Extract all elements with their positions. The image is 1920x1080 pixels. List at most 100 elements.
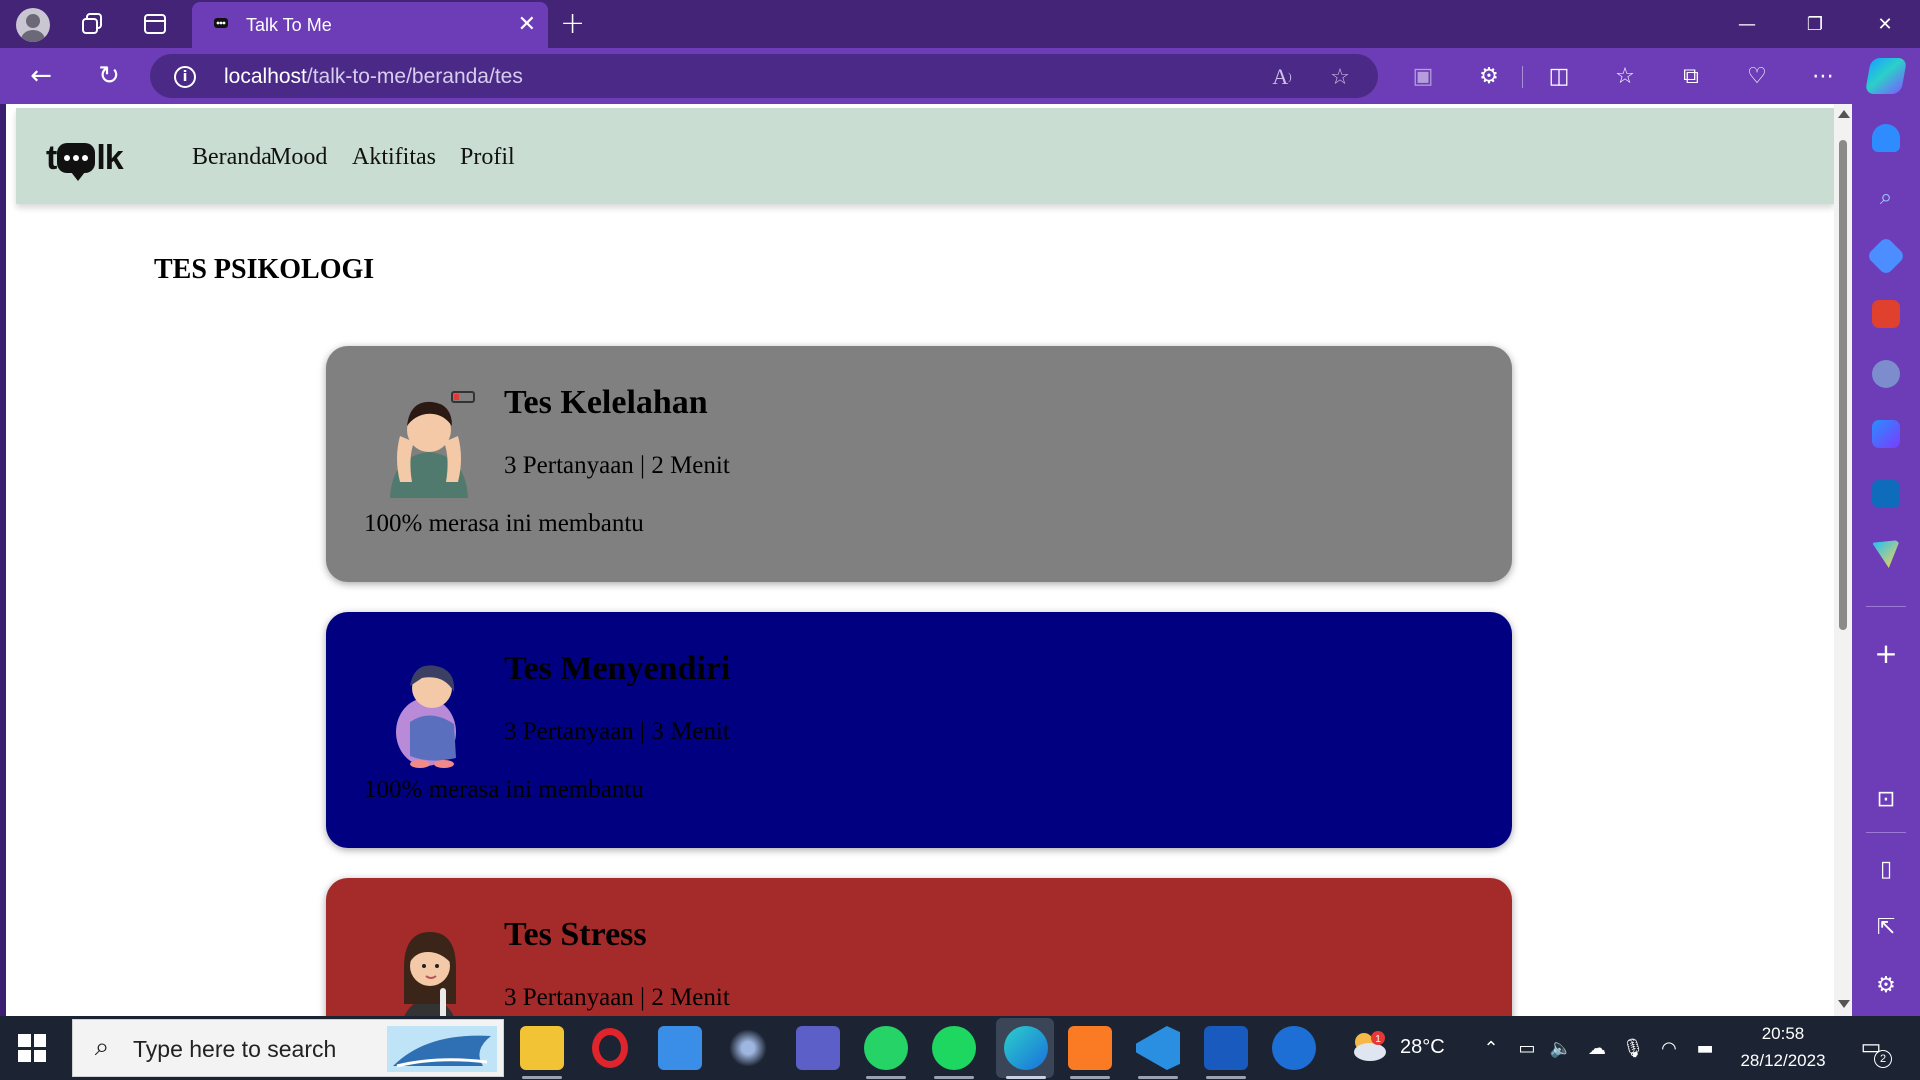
- test-meta: 3 Pertanyaan | 3 Menit: [504, 718, 730, 745]
- test-title: Tes Kelelahan: [504, 384, 708, 421]
- url-text[interactable]: localhost/talk-to-me/beranda/tes: [224, 65, 523, 89]
- workspaces-icon[interactable]: [78, 10, 108, 38]
- running-indicator: [1138, 1076, 1178, 1079]
- windows-start-icon[interactable]: [18, 1034, 46, 1062]
- tab-close-icon[interactable]: ✕: [518, 12, 536, 37]
- site-info-icon[interactable]: i: [174, 66, 196, 88]
- xampp-icon[interactable]: [1068, 1026, 1112, 1070]
- weather-alert-badge: 1: [1375, 1034, 1381, 1045]
- vscode-icon[interactable]: [1136, 1026, 1180, 1070]
- opera-icon[interactable]: [592, 1028, 628, 1068]
- scroll-up-icon[interactable]: [1838, 110, 1850, 118]
- running-indicator: [1006, 1076, 1046, 1079]
- restore-icon[interactable]: ❐: [1792, 8, 1838, 40]
- weather-cloud-icon[interactable]: 1: [1348, 1030, 1388, 1064]
- weather-temperature[interactable]: 28°C: [1400, 1036, 1445, 1059]
- battery-icon[interactable]: ▬: [1692, 1036, 1718, 1060]
- browser-tab-active[interactable]: Talk To Me ✕: [192, 2, 548, 48]
- profile-avatar[interactable]: [16, 8, 50, 42]
- favorites-icon[interactable]: ☆: [1610, 62, 1640, 90]
- outlook-icon[interactable]: [1872, 480, 1900, 508]
- app-available-icon[interactable]: ▣: [1408, 62, 1438, 90]
- nav-link-profil[interactable]: Profil: [460, 144, 515, 171]
- test-card-stress[interactable]: Tes Stress 3 Pertanyaan | 2 Menit: [326, 878, 1512, 1016]
- test-card-kelelahan[interactable]: Tes Kelelahan 3 Pertanyaan | 2 Menit 100…: [326, 346, 1512, 582]
- volume-icon[interactable]: 🔈: [1548, 1036, 1574, 1060]
- test-meta: 3 Pertanyaan | 2 Menit: [504, 984, 730, 1011]
- split-screen-icon[interactable]: ◫: [1544, 62, 1574, 90]
- browser-sidebar: ⌕ + ⊡ ▯ ⇱ ⚙: [1852, 104, 1920, 1016]
- microsoft-365-icon[interactable]: [1872, 420, 1900, 448]
- meet-now-icon[interactable]: ▭: [1514, 1036, 1540, 1060]
- extensions-icon[interactable]: ⚙: [1474, 62, 1504, 90]
- onedrive-cloud-icon[interactable]: ☁: [1584, 1036, 1610, 1060]
- new-tab-icon[interactable]: +: [560, 6, 585, 41]
- running-indicator: [866, 1076, 906, 1079]
- running-indicator: [1206, 1076, 1246, 1079]
- nav-link-mood[interactable]: Mood: [270, 144, 327, 171]
- test-card-menyendiri[interactable]: Tes Menyendiri 3 Pertanyaan | 3 Menit 10…: [326, 612, 1512, 848]
- logo-text-right: lk: [96, 138, 123, 177]
- clock-date[interactable]: 28/12/2023: [1730, 1051, 1836, 1071]
- nav-link-beranda[interactable]: Beranda: [192, 144, 272, 171]
- open-external-icon[interactable]: ⇱: [1870, 912, 1902, 942]
- sidebar-divider-2: [1866, 832, 1906, 833]
- tab-actions-icon[interactable]: [140, 10, 170, 38]
- read-aloud-icon[interactable]: A): [1268, 64, 1296, 90]
- edge-icon[interactable]: [1004, 1026, 1048, 1070]
- running-indicator: [522, 1076, 562, 1079]
- shopping-tag-icon[interactable]: [1866, 236, 1906, 276]
- drop-send-icon[interactable]: [1872, 540, 1900, 568]
- tab-title: Talk To Me: [246, 15, 332, 35]
- reload-icon[interactable]: ↻: [92, 60, 126, 92]
- show-hidden-icons-icon[interactable]: ⌃: [1478, 1036, 1504, 1060]
- close-window-icon[interactable]: ✕: [1862, 8, 1908, 40]
- whatsapp-icon[interactable]: [864, 1026, 908, 1070]
- toolbar-divider: [1522, 66, 1523, 88]
- add-sidebar-app-icon[interactable]: +: [1870, 637, 1902, 670]
- nav-link-aktifitas[interactable]: Aktifitas: [352, 144, 436, 171]
- test-helpful-rate: 100% merasa ini membantu: [364, 776, 644, 803]
- help-icon[interactable]: [1272, 1026, 1316, 1070]
- exhausted-person-illustration: [390, 391, 475, 498]
- word-icon[interactable]: [1204, 1026, 1248, 1070]
- site-navbar: t lk Beranda Mood Aktifitas Profil: [16, 108, 1834, 204]
- page-scrollbar[interactable]: [1834, 104, 1852, 1016]
- collections-icon[interactable]: ⧉: [1676, 62, 1706, 90]
- mail-icon[interactable]: [658, 1026, 702, 1070]
- taskbar-search-box[interactable]: ⌕ Type here to search: [72, 1019, 504, 1077]
- teams-icon[interactable]: [796, 1026, 840, 1070]
- logo-text-left: t: [46, 138, 57, 177]
- app-orbit-icon[interactable]: [726, 1026, 770, 1070]
- screenshot-icon[interactable]: ⊡: [1870, 784, 1902, 814]
- test-title: Tes Menyendiri: [504, 650, 731, 687]
- microphone-icon[interactable]: 🎙: [1620, 1036, 1646, 1060]
- wifi-icon[interactable]: ◠: [1656, 1036, 1682, 1060]
- notifications-bell-icon[interactable]: [1872, 124, 1900, 152]
- address-bar[interactable]: i localhost/talk-to-me/beranda/tes A) ☆: [150, 54, 1378, 98]
- stressed-person-illustration: [404, 932, 456, 1016]
- test-helpful-rate: 100% merasa ini membantu: [364, 510, 644, 537]
- site-favicon-icon: [214, 18, 228, 28]
- hide-sidebar-icon[interactable]: ▯: [1870, 854, 1902, 884]
- browser-title-bar: Talk To Me ✕ + — ❐ ✕: [0, 0, 1920, 48]
- scroll-down-icon[interactable]: [1838, 1000, 1850, 1008]
- back-icon[interactable]: ←: [24, 60, 58, 92]
- search-highlight-whale-icon: [387, 1026, 497, 1072]
- clock-time[interactable]: 20:58: [1748, 1024, 1818, 1044]
- file-explorer-icon[interactable]: [520, 1026, 564, 1070]
- more-options-icon[interactable]: ⋯: [1808, 62, 1838, 90]
- running-indicator: [934, 1076, 974, 1079]
- search-icon: ⌕: [94, 1031, 110, 1062]
- site-logo[interactable]: t lk: [46, 138, 124, 181]
- scroll-thumb[interactable]: [1839, 140, 1847, 630]
- minimize-icon[interactable]: —: [1724, 8, 1770, 40]
- favorite-star-icon[interactable]: ☆: [1326, 64, 1354, 90]
- games-icon[interactable]: [1872, 360, 1900, 388]
- browser-essentials-icon[interactable]: ♡: [1742, 62, 1772, 90]
- sidebar-settings-icon[interactable]: ⚙: [1870, 970, 1902, 1000]
- search-sidebar-icon[interactable]: ⌕: [1870, 182, 1902, 212]
- copilot-icon[interactable]: [1864, 58, 1908, 94]
- spotify-icon[interactable]: [932, 1026, 976, 1070]
- tools-toolbox-icon[interactable]: [1872, 300, 1900, 328]
